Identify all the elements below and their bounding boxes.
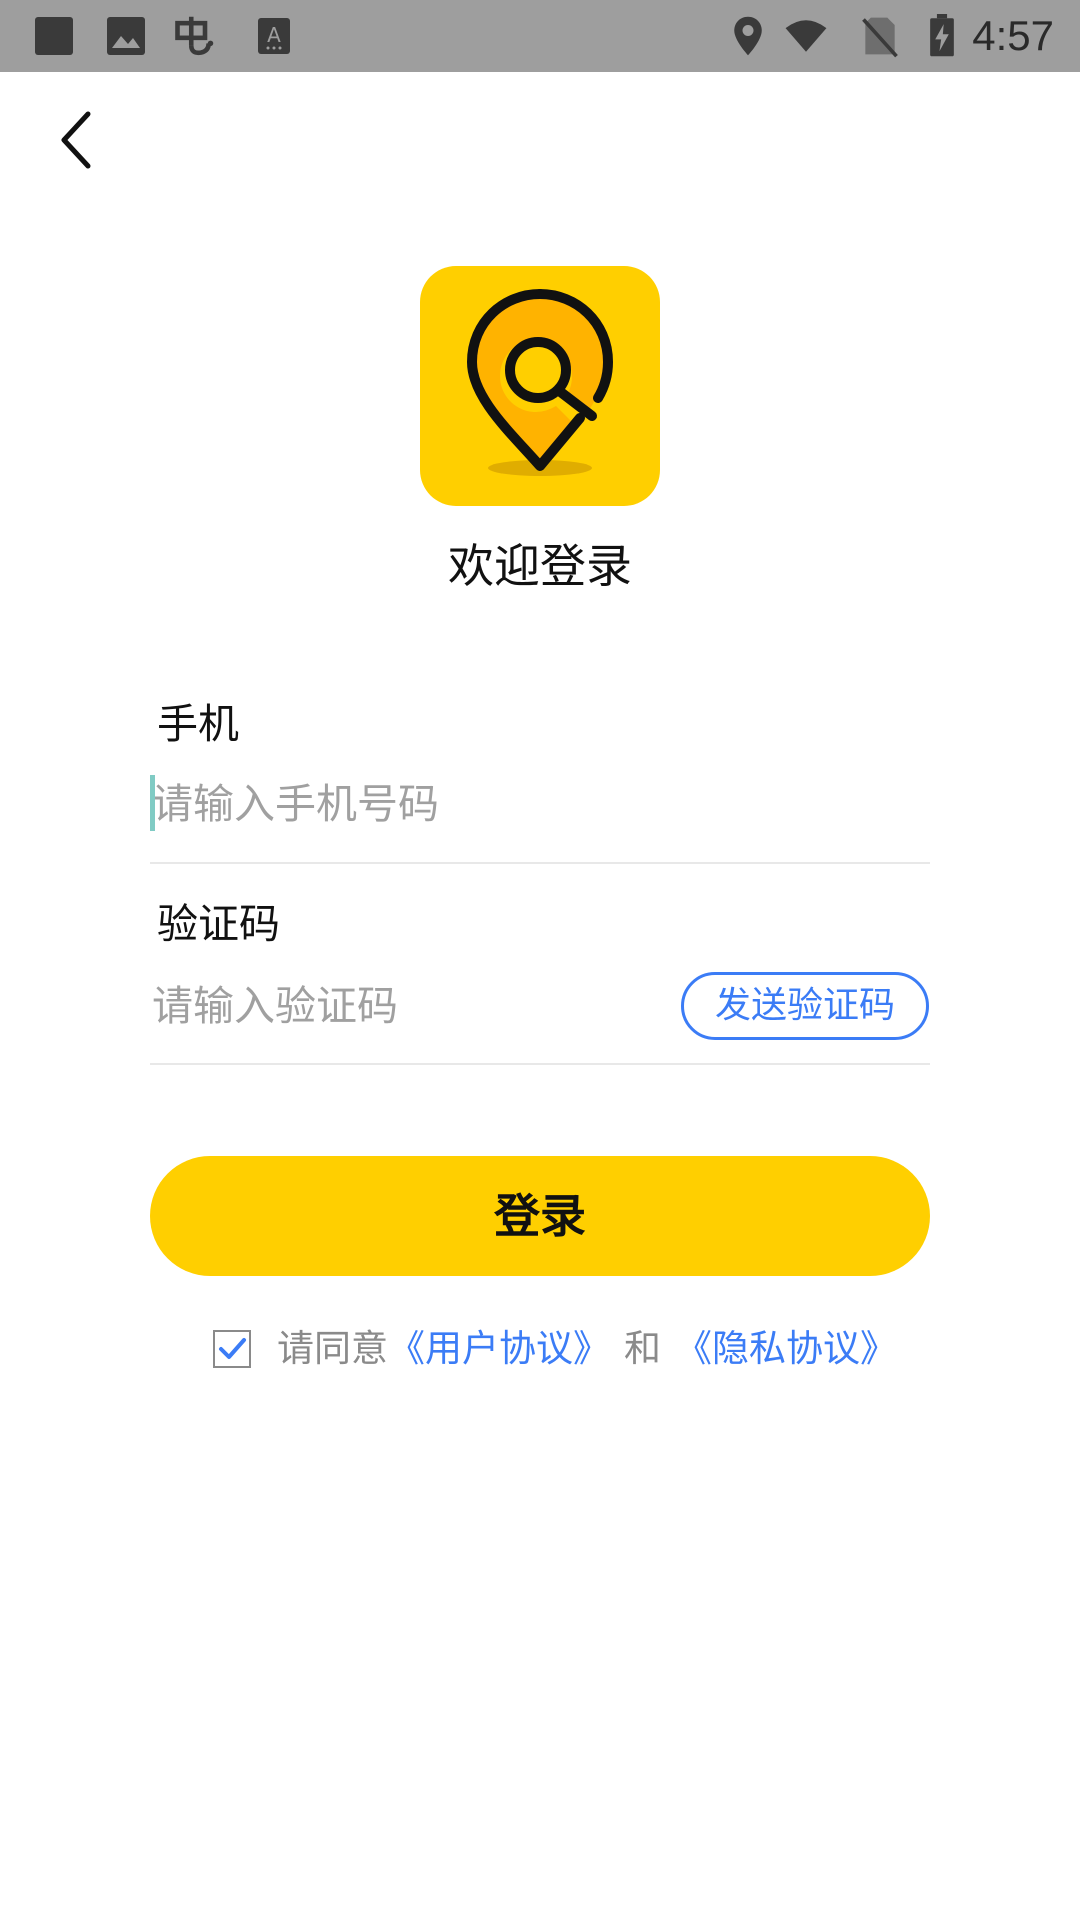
login-screen: A 4:57 欢迎登录 手机 请输入手机号码 验证码 请输入验证码 发送验证码 … [0, 0, 1080, 1920]
back-button[interactable] [44, 100, 108, 180]
welcome-title: 欢迎登录 [448, 539, 632, 593]
font-icon: A [258, 18, 290, 54]
check-icon [219, 1338, 246, 1359]
phone-label: 手机 [157, 700, 239, 748]
phone-input[interactable] [150, 764, 932, 844]
agreement-row: 请同意 《用户协议》 和 《隐私协议》 [213, 1326, 897, 1372]
privacy-agreement-link[interactable]: 《隐私协议》 [675, 1326, 897, 1372]
agree-checkbox[interactable] [213, 1330, 251, 1368]
chevron-left-icon [61, 111, 91, 169]
login-button[interactable]: 登录 [150, 1156, 930, 1276]
square-app-icon [35, 17, 73, 55]
status-bar: A 4:57 [0, 0, 1080, 72]
agreement-and: 和 [624, 1327, 661, 1370]
text-cursor [150, 775, 155, 831]
code-label: 验证码 [157, 900, 280, 948]
send-code-button[interactable]: 发送验证码 [681, 972, 929, 1040]
no-sim-icon [862, 17, 898, 58]
location-icon [734, 16, 762, 56]
user-agreement-link[interactable]: 《用户协议》 [388, 1326, 610, 1372]
agreement-prefix: 请同意 [277, 1327, 388, 1370]
status-time: 4:57 [972, 12, 1054, 59]
location-search-icon [467, 289, 614, 476]
phone-divider [150, 862, 930, 864]
bug-icon [175, 16, 214, 56]
image-icon [107, 17, 145, 55]
code-divider [150, 1063, 930, 1065]
app-logo [420, 266, 660, 506]
verification-code-input[interactable] [150, 966, 672, 1046]
battery-charging-icon [930, 14, 954, 57]
wifi-icon [785, 20, 827, 52]
svg-text:A: A [267, 23, 281, 47]
